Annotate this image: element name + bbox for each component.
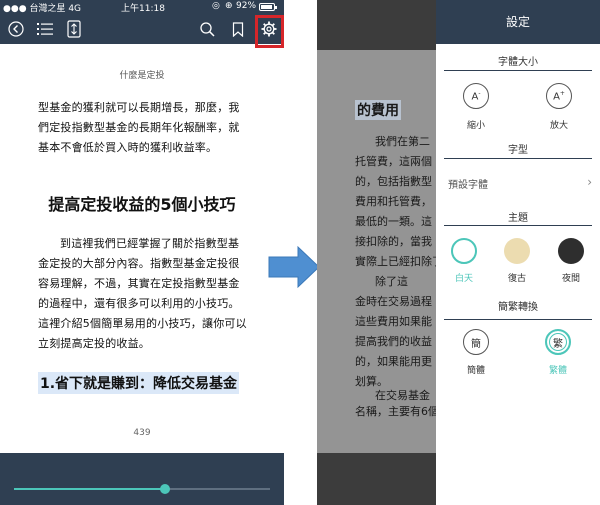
- font-larger-label: 放大: [549, 121, 568, 131]
- theme-night-label: 夜間: [561, 274, 580, 284]
- progress-slider[interactable]: [14, 484, 270, 494]
- font-value: 預設字體: [448, 180, 488, 191]
- back-icon: [8, 21, 24, 37]
- orientation-lock-icon: ⊕: [225, 1, 233, 11]
- toc-button[interactable]: [31, 14, 59, 44]
- divider: [444, 158, 592, 159]
- dimmed-heading: 的費用: [355, 100, 401, 120]
- network-label: 4G: [68, 4, 82, 14]
- chapter-icon: [67, 20, 81, 38]
- search-icon: [199, 21, 215, 37]
- alarm-icon: ◎: [212, 1, 220, 11]
- settings-screen: 的費用 我們在第二托管費，這兩個 的，包括指數型 費用和托管費， 最低的一類。這 接扣除…: [317, 0, 600, 505]
- settings-highlight-box: [255, 15, 284, 48]
- dimmed-text-line: 的，如果能用更: [355, 355, 432, 368]
- theme-day-label: 白天: [454, 274, 473, 284]
- status-bar: ●●● 台灣之星 4G 上午11:18 ◎ ⊕ 92%: [0, 0, 284, 14]
- theme-retro-button[interactable]: [504, 238, 530, 264]
- signal-icon: ●●●: [3, 4, 27, 14]
- progress-fill: [14, 488, 166, 490]
- traditional-button[interactable]: 繁: [545, 329, 571, 355]
- settings-drawer: 設定 字體大小 A- 縮小 A+ 放大 字型 預設字體 › 主題 白天 復古 夜…: [436, 0, 600, 505]
- chapter-jump-button[interactable]: [60, 14, 88, 44]
- page-number: 439: [133, 428, 151, 438]
- font-smaller-icon: A-: [471, 89, 481, 103]
- theme-night-button[interactable]: [558, 238, 584, 264]
- theme-day-button[interactable]: [451, 238, 477, 264]
- search-button[interactable]: [193, 14, 221, 44]
- signal-carrier: ●●● 台灣之星 4G: [3, 1, 81, 14]
- theme-retro-label: 復古: [507, 274, 526, 284]
- toc-icon: [37, 23, 53, 35]
- divider: [444, 319, 592, 320]
- font-title: 字型: [508, 145, 528, 156]
- dimmed-text-line: 名稱，主要有6個: [355, 405, 437, 418]
- simplified-glyph: 簡: [471, 338, 481, 350]
- battery-percent: 92%: [236, 1, 257, 11]
- font-select-row[interactable]: 預設字體 ›: [448, 175, 592, 191]
- convert-title: 簡繁轉換: [498, 302, 538, 313]
- dimmed-text-line: 金時在交易過程: [355, 295, 432, 308]
- traditional-label: 繁體: [548, 366, 567, 376]
- selected-heading[interactable]: 1.省下就是賺到：降低交易基金: [38, 372, 240, 394]
- paragraph: 型基金的獲利就可以長期增長，那麼，我們定投指數型基金的長期年化報酬率，就基本不會…: [38, 101, 240, 154]
- font-larger-button[interactable]: A+: [546, 83, 572, 109]
- dimmed-text-line: 實際上已經扣除了: [355, 255, 437, 268]
- status-time: 上午11:18: [121, 4, 165, 14]
- right-arrow-icon: [268, 245, 320, 289]
- bookmark-button[interactable]: [224, 14, 252, 44]
- back-button[interactable]: [2, 14, 30, 44]
- chapter-title: 什麼是定投: [119, 71, 165, 81]
- progress-bar-area: [0, 453, 284, 505]
- dimmed-text-line: 最低的一類。這: [355, 215, 432, 228]
- dimmed-text-line: 提高我們的收益: [355, 335, 432, 348]
- font-smaller-button[interactable]: A-: [463, 83, 489, 109]
- dimmed-text-line: 除了這: [375, 275, 408, 288]
- simplified-label: 簡體: [466, 366, 485, 376]
- dimmed-text-line: 的，包括指數型: [355, 175, 432, 188]
- font-size-title: 字體大小: [498, 57, 538, 68]
- battery-icon: [259, 3, 277, 11]
- divider: [444, 225, 592, 226]
- chevron-right-icon: ›: [587, 175, 592, 189]
- reader-screen: ●●● 台灣之星 4G 上午11:18 ◎ ⊕ 92% 什麼是定投 型基金的獲利…: [0, 0, 284, 505]
- simplified-button[interactable]: 簡: [463, 329, 489, 355]
- divider: [444, 70, 592, 71]
- dimmed-text-line: 托管費，這兩個: [355, 155, 432, 168]
- dimmed-text-line: 費用和托管費，: [355, 195, 432, 208]
- section-heading: 提高定投收益的5個小技巧: [48, 195, 236, 214]
- dimmed-text-line: 這些費用如果能: [355, 315, 432, 328]
- traditional-glyph: 繁: [553, 338, 563, 350]
- dimmed-text-line: 我們在第二: [375, 135, 430, 148]
- bookmark-icon: [232, 21, 244, 37]
- reader-toolbar: [0, 14, 284, 44]
- settings-title: 設定: [436, 0, 600, 44]
- theme-title: 主題: [508, 213, 528, 224]
- font-smaller-label: 縮小: [466, 121, 485, 131]
- progress-thumb[interactable]: [160, 484, 171, 494]
- font-larger-icon: A+: [553, 89, 565, 103]
- carrier-label: 台灣之星: [29, 4, 66, 14]
- paragraph: 到這裡我們已經掌握了關於指數型基金定投的大部分內容。指數型基金定投很容易理解，不…: [38, 237, 247, 350]
- dimmed-text-line: 接扣除的，當我: [355, 235, 432, 248]
